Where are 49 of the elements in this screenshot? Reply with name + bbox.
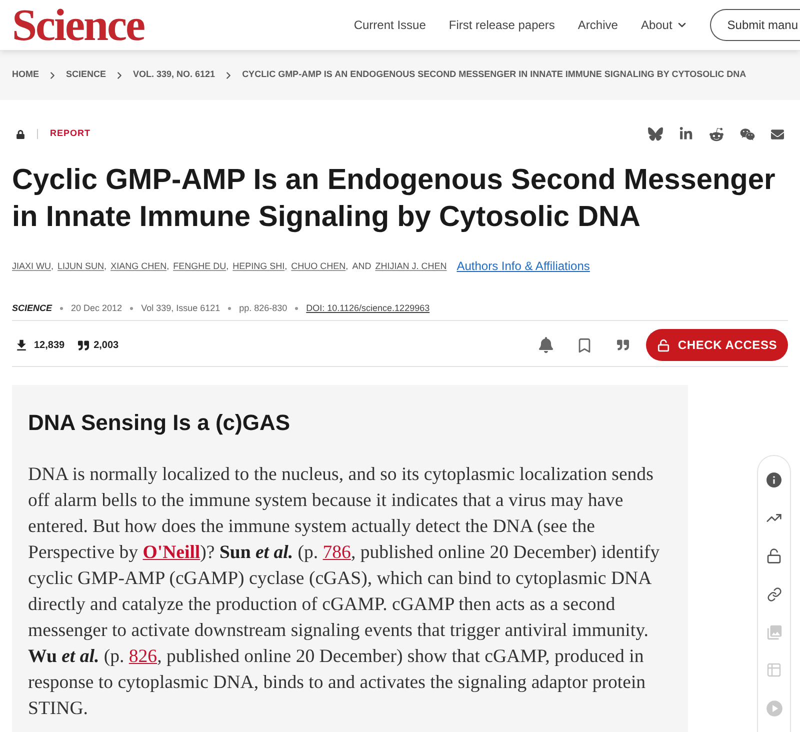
chat-bubbles-icon[interactable]: [740, 126, 755, 142]
nav-link[interactable]: First release papers: [448, 16, 555, 34]
citation-count: 2,003: [94, 338, 119, 352]
publication-date: 20 Dec 2012: [71, 302, 122, 315]
article-title: Cyclic GMP-AMP Is an Endogenous Second Messenger in Innate Immune Signaling by Cytosolic DNA: [12, 163, 776, 235]
doi-link[interactable]: DOI: 10.1126/science.1229963: [306, 301, 430, 315]
author-link[interactable]: LIJUN SUN,: [58, 259, 107, 273]
summary-paragraph: DNA is normally localized to the nucleus, and so its cytoplasmic localization sends off alarm bells to the immune system because it indicates that a virus may have entered. But how does the immune system actually detect the DNA (see the Perspective by O'Neill)? Sun et al. (p. 786, published online 20 December) identify cyclic GMP-AMP (cGAMP) cyclase (cGAS), which can bind to cytoplasmic DNA directly and catalyze the production of cGAMP. cGAMP then acts as a second messenger to activate downstream signaling events that trigger antiviral immunity. Wu et al. (p. 826, published online 20 December) show that cGAMP, produced in response to cytoplasmic DNA, binds to and activates the signaling adaptor protein STING.: [28, 463, 661, 721]
site-logo[interactable]: Science: [12, 2, 144, 48]
breadcrumb-link[interactable]: CYCLIC GMP-AMP IS AN ENDOGENOUS SECOND MESSENGER IN INNATE IMMUNE SIGNALING BY CYTOSOLIC DNA: [242, 68, 746, 82]
author-link[interactable]: XIANG CHEN,: [110, 259, 170, 273]
nav-link[interactable]: Current Issue: [354, 16, 426, 34]
author-link[interactable]: JIAXI WU,: [12, 259, 54, 273]
mail-icon[interactable]: [771, 128, 784, 140]
authors-info-link[interactable]: Authors Info & Affiliations: [456, 259, 590, 273]
bell-icon[interactable]: [538, 337, 554, 353]
author-link[interactable]: HEPING SHI,: [232, 259, 288, 273]
volume-issue: Vol 339, Issue 6121: [141, 302, 220, 315]
breadcrumb-link[interactable]: SCIENCE: [66, 68, 106, 82]
author-link[interactable]: FENGHE DU,: [173, 259, 229, 273]
reference-link[interactable]: 826: [128, 646, 158, 667]
author-link[interactable]: CHUO CHEN,: [291, 259, 348, 273]
bookmark-icon[interactable]: [576, 336, 593, 354]
check-access-button[interactable]: CHECK ACCESS: [646, 329, 788, 361]
breadcrumb-link[interactable]: HOME: [12, 68, 39, 82]
author-link[interactable]: ZHIJIAN J. CHEN: [375, 259, 447, 273]
article-type: REPORT: [50, 127, 91, 140]
lock-icon: [16, 130, 25, 138]
journal-name: SCIENCE: [12, 302, 52, 315]
download-count: 12,839: [34, 338, 65, 352]
lock-open-icon[interactable]: [766, 548, 782, 564]
reference-link[interactable]: O'Neill: [142, 542, 200, 563]
reference-link[interactable]: 786: [322, 542, 351, 563]
download-icon: [14, 338, 29, 352]
link-icon[interactable]: [766, 586, 782, 602]
info-icon[interactable]: [765, 471, 783, 489]
in-logo-icon[interactable]: [679, 127, 693, 141]
breadcrumb-link[interactable]: VOL. 339, NO. 6121: [133, 68, 216, 82]
nav-link[interactable]: About: [640, 16, 688, 34]
butterfly-icon[interactable]: [648, 127, 663, 141]
lock-open-icon: [656, 338, 670, 352]
page-range: pp. 826-830: [239, 302, 288, 315]
author-conjunction: AND: [352, 260, 372, 273]
submit-manuscript-button[interactable]: Submit manu: [710, 9, 800, 41]
quote-icon[interactable]: [617, 339, 629, 351]
summary-title: DNA Sensing Is a (c)GAS: [28, 409, 292, 437]
quote-icon: [78, 340, 89, 350]
nav-link[interactable]: Archive: [578, 16, 618, 34]
alien-head-icon[interactable]: [709, 126, 724, 142]
